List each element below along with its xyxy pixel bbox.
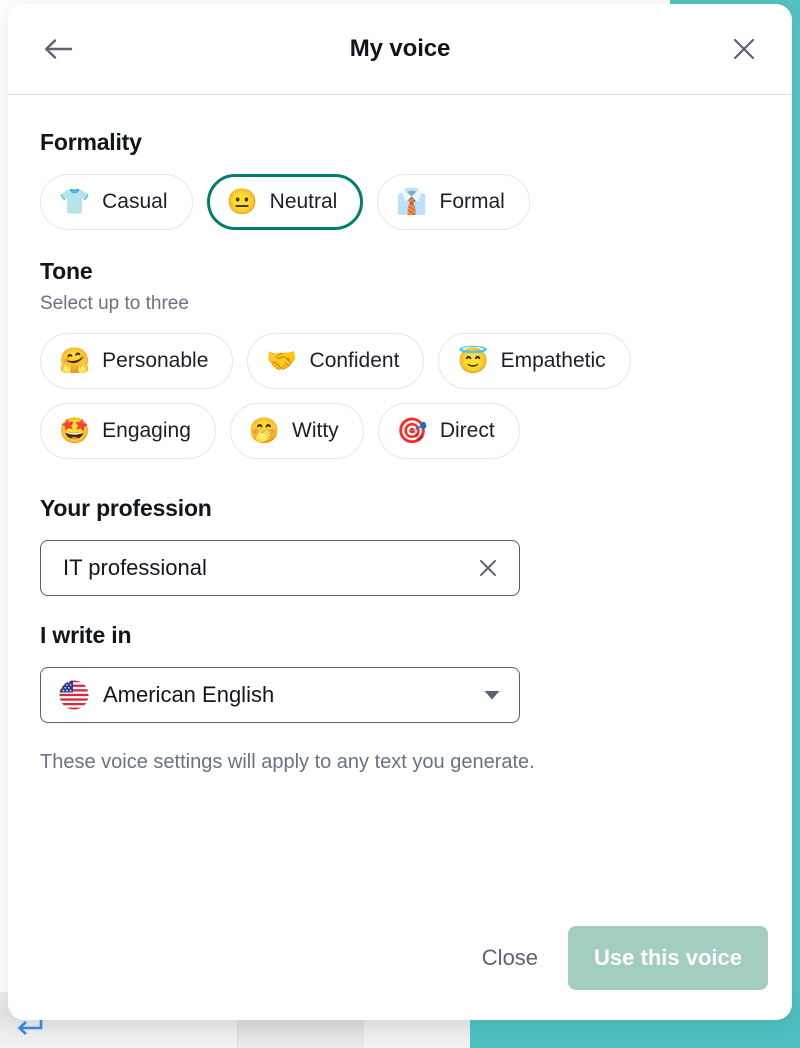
tone-option-direct[interactable]: 🎯 Direct: [377, 403, 520, 459]
formality-option-neutral[interactable]: 😐 Neutral: [206, 174, 364, 230]
formality-option-formal[interactable]: 👔 Formal: [377, 174, 530, 230]
close-button-footer[interactable]: Close: [460, 931, 560, 985]
clear-profession-button[interactable]: [473, 553, 503, 583]
arrow-left-icon: [45, 39, 73, 59]
my-voice-modal: My voice Formality 👕 Casual 😐 Neutral 👔 …: [8, 4, 792, 1020]
neutral-face-icon: 😐: [226, 187, 258, 216]
formality-option-label: Formal: [439, 190, 505, 213]
tone-subtitle: Select up to three: [40, 293, 189, 314]
profession-title: Your profession: [40, 495, 212, 521]
target-icon: 🎯: [396, 416, 428, 445]
dress-shirt-icon: 👔: [396, 187, 428, 216]
formality-option-label: Casual: [102, 190, 168, 213]
formality-title: Formality: [40, 129, 142, 155]
tone-options: 🤗 Personable 🤝 Confident 😇 Empathetic 🤩 …: [40, 333, 760, 459]
tone-option-personable[interactable]: 🤗 Personable: [40, 333, 234, 389]
formality-option-label: Neutral: [269, 190, 338, 213]
modal-body: Formality 👕 Casual 😐 Neutral 👔 Formal To…: [8, 95, 792, 912]
language-section: I write in American English: [40, 622, 760, 723]
tone-section: Tone Select up to three 🤗 Personable 🤝 C…: [40, 258, 760, 459]
tone-option-label: Engaging: [102, 419, 191, 442]
tone-option-label: Empathetic: [500, 349, 606, 372]
formality-options: 👕 Casual 😐 Neutral 👔 Formal: [40, 174, 760, 230]
tone-option-engaging[interactable]: 🤩 Engaging: [40, 403, 216, 459]
close-icon: [733, 38, 755, 60]
tone-option-label: Direct: [439, 419, 495, 442]
profession-section: Your profession: [40, 495, 760, 596]
modal-footer: Close Use this voice: [8, 912, 792, 1020]
profession-input[interactable]: [63, 555, 473, 581]
chevron-down-icon: [481, 684, 503, 706]
tone-option-empathetic[interactable]: 😇 Empathetic: [438, 333, 631, 389]
halo-face-icon: 😇: [457, 346, 489, 375]
back-button[interactable]: [36, 27, 80, 71]
modal-header: My voice: [8, 4, 792, 95]
close-button[interactable]: [722, 27, 766, 71]
page-title: My voice: [349, 35, 451, 62]
star-struck-face-icon: 🤩: [59, 416, 91, 445]
profession-field[interactable]: [40, 540, 520, 596]
language-value: American English: [103, 682, 275, 707]
use-this-voice-button[interactable]: Use this voice: [568, 926, 768, 990]
tone-title: Tone: [40, 258, 93, 284]
hand-over-mouth-icon: 🤭: [248, 416, 281, 445]
tshirt-icon: 👕: [59, 187, 91, 216]
formality-section: Formality 👕 Casual 😐 Neutral 👔 Formal: [40, 129, 760, 230]
us-flag-icon: [59, 680, 89, 710]
tone-option-confident[interactable]: 🤝 Confident: [247, 333, 425, 389]
language-select[interactable]: American English: [40, 667, 520, 723]
formality-option-casual[interactable]: 👕 Casual: [40, 174, 193, 230]
helper-text: These voice settings will apply to any t…: [40, 751, 535, 773]
tone-option-label: Confident: [309, 349, 400, 372]
close-icon: [480, 560, 496, 576]
tone-option-witty[interactable]: 🤭 Witty: [229, 403, 364, 459]
language-title: I write in: [40, 622, 132, 648]
handshake-icon: 🤝: [266, 346, 298, 375]
tone-option-label: Witty: [292, 419, 339, 442]
hugging-face-icon: 🤗: [59, 346, 91, 375]
tone-option-label: Personable: [102, 349, 209, 372]
